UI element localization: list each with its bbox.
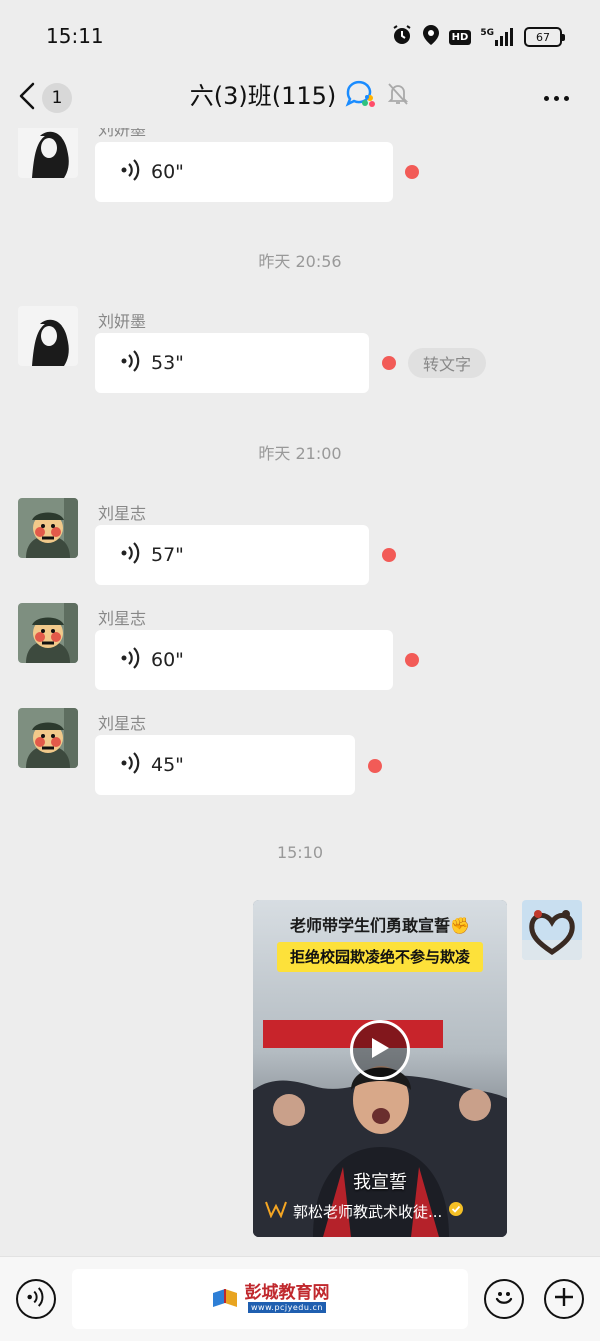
alarm-icon (391, 24, 413, 50)
more-functions-button[interactable] (544, 1279, 584, 1319)
channel-icon (265, 1200, 287, 1222)
watermark-logo-icon (211, 1285, 239, 1313)
message-list[interactable]: 刘妍墨 60" 昨天 20:56 刘妍墨 53" 转文字 昨天 21:00 刘星… (0, 128, 600, 1256)
emoji-button[interactable] (484, 1279, 524, 1319)
signal-icon: 5G (480, 28, 515, 46)
video-message[interactable]: 老师带学生们勇敢宣誓✊ 拒绝校园欺凌绝不参与欺凌 我宣誓 郭松老师教武术收徒..… (253, 900, 507, 1237)
voice-icon (27, 1287, 45, 1311)
sender-name: 刘星志 (98, 714, 147, 733)
more-options-button[interactable] (536, 82, 576, 114)
voice-input-button[interactable] (16, 1279, 56, 1319)
sender-name: 刘妍墨 (98, 312, 147, 331)
voice-icon (121, 349, 141, 377)
group-name: 六(3)班(115) (189, 82, 337, 110)
status-time: 15:11 (46, 24, 104, 48)
timestamp: 15:10 (276, 843, 324, 862)
voice-icon (121, 646, 141, 674)
avatar[interactable] (18, 603, 78, 663)
mute-bell-icon (386, 81, 410, 107)
timestamp: 昨天 20:56 (258, 252, 342, 271)
unread-dot (382, 356, 396, 370)
play-icon (369, 1036, 391, 1064)
voice-icon (121, 541, 141, 569)
voice-bubble[interactable]: 53" (95, 333, 369, 393)
network-label: 5G (480, 28, 494, 38)
sender-name: 刘星志 (98, 504, 147, 523)
dot (553, 95, 559, 101)
voice-bubble[interactable]: 60" (95, 142, 393, 202)
unread-dot (368, 759, 382, 773)
avatar[interactable] (18, 498, 78, 558)
dot (563, 95, 569, 101)
unread-dot (405, 653, 419, 667)
voice-duration: 53" (151, 352, 184, 374)
voice-duration: 57" (151, 544, 184, 566)
unread-dot (405, 165, 419, 179)
hd-badge: HD (448, 29, 472, 45)
channel-name: 郭松老师教武术收徒... (293, 1202, 443, 1221)
location-icon (422, 24, 440, 50)
avatar[interactable] (18, 128, 78, 178)
voice-icon (121, 751, 141, 779)
video-channel: 郭松老师教武术收徒... (265, 1200, 499, 1222)
dot (543, 95, 549, 101)
voice-icon (121, 158, 141, 186)
voice-duration: 60" (151, 161, 184, 183)
convert-to-text-button[interactable]: 转文字 (408, 348, 486, 378)
unread-dot (382, 548, 396, 562)
avatar[interactable] (18, 708, 78, 768)
input-bar: 彭城教育网 www.pcjyedu.cn (0, 1256, 600, 1341)
watermark-name: 彭城教育网 (244, 1283, 330, 1303)
message-input[interactable]: 彭城教育网 www.pcjyedu.cn (72, 1269, 468, 1329)
timestamp: 昨天 21:00 (258, 444, 342, 463)
voice-duration: 45" (151, 754, 184, 776)
avatar[interactable] (18, 306, 78, 366)
status-icons: HD 5G 67 (391, 24, 565, 50)
smiley-icon (491, 1284, 517, 1314)
video-subheadline: 拒绝校园欺凌绝不参与欺凌 (277, 942, 483, 972)
battery-icon: 67 (524, 27, 565, 47)
status-bar: 15:11 HD 5G 67 (0, 0, 600, 70)
voice-bubble[interactable]: 57" (95, 525, 369, 585)
verified-icon (448, 1201, 464, 1221)
voice-bubble[interactable]: 60" (95, 630, 393, 690)
chat-title: 六(3)班(115) (0, 76, 600, 111)
video-caption: 我宣誓 (353, 1172, 407, 1193)
my-avatar[interactable] (522, 900, 582, 960)
voice-bubble[interactable]: 45" (95, 735, 355, 795)
video-headline: 老师带学生们勇敢宣誓✊ (290, 916, 470, 935)
sender-name: 刘星志 (98, 609, 147, 628)
plus-icon (553, 1286, 575, 1312)
group-chat-icon (344, 79, 378, 109)
sender-name: 刘妍墨 (98, 128, 147, 139)
voice-duration: 60" (151, 649, 184, 671)
watermark-url: www.pcjyedu.cn (248, 1302, 326, 1313)
chat-header: 1 六(3)班(115) (0, 70, 600, 128)
play-button[interactable] (350, 1020, 410, 1080)
